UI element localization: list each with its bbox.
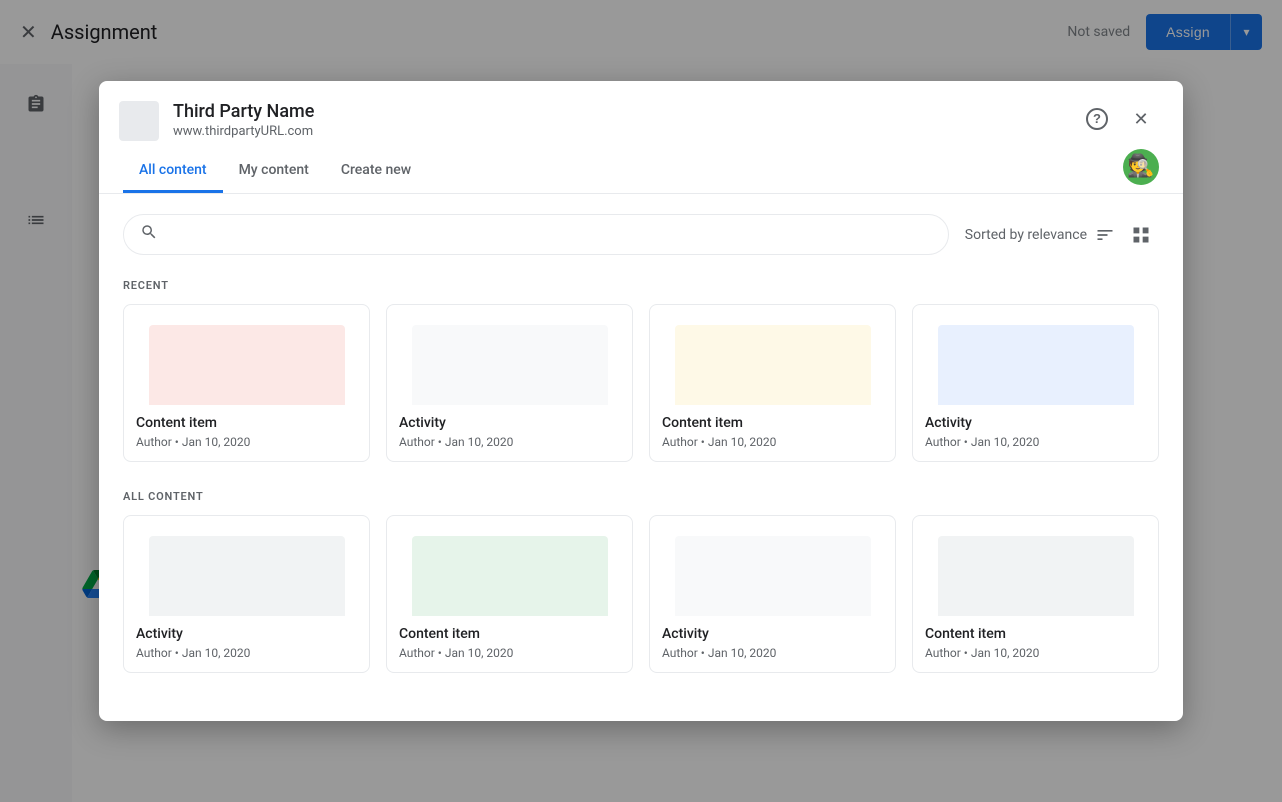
card-title: Activity	[399, 415, 620, 431]
recent-grid: Content item Author • Jan 10, 2020 Activ…	[123, 304, 1159, 462]
modal-backdrop: Third Party Name www.thirdpartyURL.com ?…	[0, 0, 1282, 802]
modal-header-actions: ? ✕	[1079, 101, 1159, 137]
card-title: Content item	[136, 415, 357, 431]
card-thumbnail	[650, 305, 895, 405]
thumbnail-image	[938, 536, 1134, 616]
card-thumbnail	[124, 516, 369, 616]
content-card[interactable]: Content item Author • Jan 10, 2020	[386, 515, 633, 673]
content-card[interactable]: Content item Author • Jan 10, 2020	[912, 515, 1159, 673]
search-container: Sorted by relevance	[123, 214, 1159, 255]
modal-tabs: All content My content Create new 🕵	[99, 149, 1183, 194]
modal-partner-name: Third Party Name	[173, 101, 1079, 122]
sort-icon	[1095, 225, 1115, 245]
card-meta: Author • Jan 10, 2020	[925, 435, 1146, 449]
user-avatar: 🕵	[1123, 149, 1159, 185]
modal-header: Third Party Name www.thirdpartyURL.com ?…	[99, 81, 1183, 141]
card-meta: Author • Jan 10, 2020	[136, 646, 357, 660]
card-info: Content item Author • Jan 10, 2020	[913, 616, 1158, 672]
search-bar	[123, 214, 949, 255]
sort-button[interactable]	[1087, 221, 1123, 249]
grid-icon	[1131, 225, 1151, 245]
card-meta: Author • Jan 10, 2020	[662, 435, 883, 449]
thumbnail-image	[149, 536, 345, 616]
tab-all-content[interactable]: All content	[123, 150, 223, 193]
search-icon	[140, 223, 158, 246]
card-title: Content item	[925, 626, 1146, 642]
card-meta: Author • Jan 10, 2020	[662, 646, 883, 660]
content-card[interactable]: Activity Author • Jan 10, 2020	[649, 515, 896, 673]
card-thumbnail	[387, 516, 632, 616]
content-card[interactable]: Activity Author • Jan 10, 2020	[912, 304, 1159, 462]
all-content-section: ALL CONTENT Activity Author • Jan 10, 20…	[123, 490, 1159, 673]
recent-section: RECENT Content item Author • Jan 10, 202…	[123, 279, 1159, 462]
card-title: Activity	[136, 626, 357, 642]
card-thumbnail	[913, 516, 1158, 616]
sort-label: Sorted by relevance	[965, 227, 1087, 243]
card-info: Activity Author • Jan 10, 2020	[387, 405, 632, 461]
card-meta: Author • Jan 10, 2020	[136, 435, 357, 449]
modal: Third Party Name www.thirdpartyURL.com ?…	[99, 81, 1183, 721]
tab-create-new[interactable]: Create new	[325, 150, 427, 193]
modal-partner-url: www.thirdpartyURL.com	[173, 124, 1079, 139]
card-title: Content item	[399, 626, 620, 642]
card-info: Content item Author • Jan 10, 2020	[124, 405, 369, 461]
help-icon: ?	[1086, 108, 1108, 130]
card-meta: Author • Jan 10, 2020	[399, 646, 620, 660]
search-input[interactable]	[168, 226, 932, 244]
content-card[interactable]: Content item Author • Jan 10, 2020	[123, 304, 370, 462]
card-info: Activity Author • Jan 10, 2020	[913, 405, 1158, 461]
thumbnail-image	[412, 536, 608, 616]
card-thumbnail	[913, 305, 1158, 405]
modal-logo	[119, 101, 159, 141]
close-icon: ✕	[1133, 109, 1148, 130]
recent-label: RECENT	[123, 279, 1159, 292]
content-card[interactable]: Activity Author • Jan 10, 2020	[386, 304, 633, 462]
card-thumbnail	[124, 305, 369, 405]
modal-title-group: Third Party Name www.thirdpartyURL.com	[173, 101, 1079, 139]
all-content-label: ALL CONTENT	[123, 490, 1159, 503]
help-button[interactable]: ?	[1079, 101, 1115, 137]
card-meta: Author • Jan 10, 2020	[399, 435, 620, 449]
thumbnail-image	[938, 325, 1134, 405]
card-meta: Author • Jan 10, 2020	[925, 646, 1146, 660]
thumbnail-image	[675, 325, 871, 405]
thumbnail-image	[149, 325, 345, 405]
tab-my-content[interactable]: My content	[223, 150, 325, 193]
content-card[interactable]: Content item Author • Jan 10, 2020	[649, 304, 896, 462]
thumbnail-image	[675, 536, 871, 616]
thumbnail-image	[412, 325, 608, 405]
modal-body: Sorted by relevance RECENT	[99, 194, 1183, 721]
card-info: Content item Author • Jan 10, 2020	[650, 405, 895, 461]
card-thumbnail	[387, 305, 632, 405]
card-title: Activity	[662, 626, 883, 642]
all-content-grid: Activity Author • Jan 10, 2020 Content i…	[123, 515, 1159, 673]
card-info: Content item Author • Jan 10, 2020	[387, 616, 632, 672]
card-info: Activity Author • Jan 10, 2020	[650, 616, 895, 672]
modal-close-button[interactable]: ✕	[1123, 101, 1159, 137]
card-title: Activity	[925, 415, 1146, 431]
card-info: Activity Author • Jan 10, 2020	[124, 616, 369, 672]
avatar-emoji: 🕵	[1127, 156, 1154, 178]
card-title: Content item	[662, 415, 883, 431]
card-thumbnail	[650, 516, 895, 616]
content-card[interactable]: Activity Author • Jan 10, 2020	[123, 515, 370, 673]
grid-view-button[interactable]	[1123, 221, 1159, 249]
